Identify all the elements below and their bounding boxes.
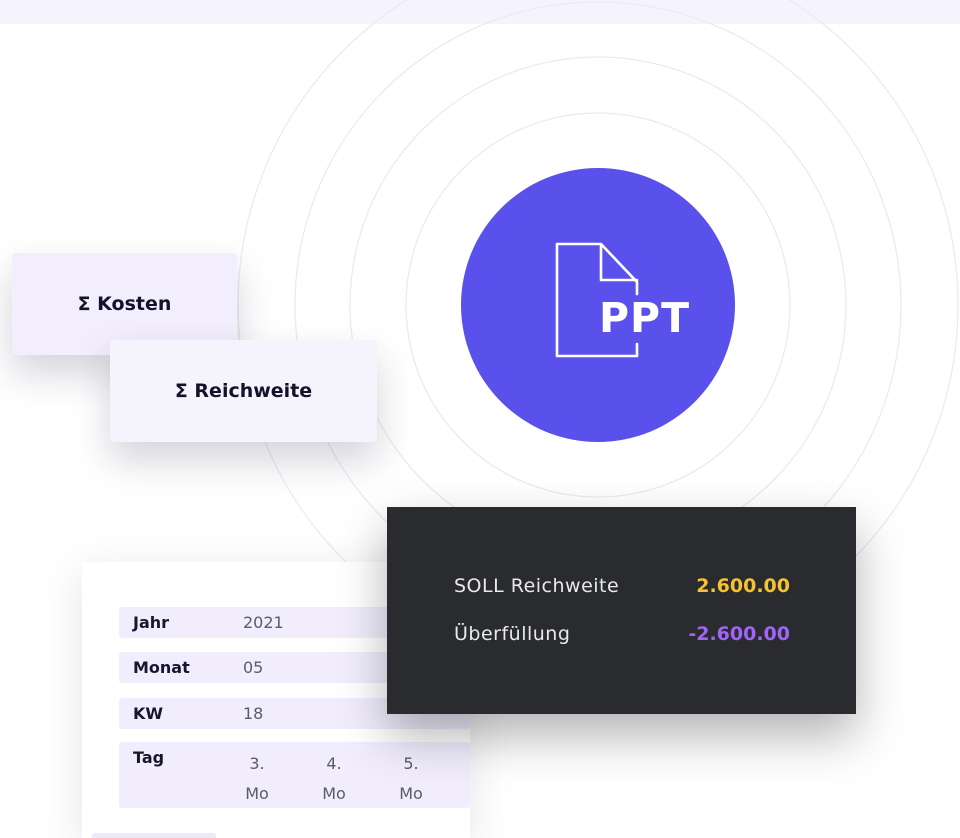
soll-reichweite-label: SOLL Reichweite: [454, 575, 620, 597]
tag-day-2[interactable]: 4. Mo: [314, 749, 354, 809]
monat-label: Monat: [133, 658, 190, 677]
kw-label: KW: [133, 704, 164, 723]
tag-day-1-name: Mo: [245, 784, 269, 803]
ueberfuellung-value: -2.600.00: [688, 623, 790, 645]
monat-value: 05: [243, 658, 264, 677]
ueberfuellung-label: Überfüllung: [454, 623, 571, 645]
tag-day-3[interactable]: 5. Mo: [391, 749, 431, 809]
file-icon: [555, 242, 639, 358]
kw-value: 18: [243, 704, 264, 723]
ppt-badge: PPT: [461, 168, 735, 442]
tag-day-1-num: 3.: [249, 754, 265, 773]
soll-reichweite-value: 2.600.00: [696, 575, 790, 597]
jahr-value: 2021: [243, 613, 284, 632]
panel-tab: [92, 833, 216, 838]
row-tag: Tag 3. Mo 4. Mo 5. Mo: [119, 742, 470, 808]
page: PPT Σ Kosten Σ Reichweite Jahr 2021 Mona…: [0, 0, 960, 838]
tag-day-3-num: 5.: [403, 754, 419, 773]
ppt-label: PPT: [599, 294, 691, 342]
jahr-label: Jahr: [133, 613, 170, 632]
sum-reichweite-card: Σ Reichweite: [110, 340, 377, 442]
summary-card: SOLL Reichweite 2.600.00 Überfüllung -2.…: [387, 507, 856, 714]
tag-day-2-num: 4.: [326, 754, 342, 773]
tag-label: Tag: [133, 748, 165, 767]
sum-reichweite-label: Σ Reichweite: [174, 380, 313, 402]
tag-day-2-name: Mo: [322, 784, 346, 803]
tag-day-3-name: Mo: [399, 784, 423, 803]
sum-kosten-label: Σ Kosten: [77, 293, 172, 315]
tag-day-1[interactable]: 3. Mo: [237, 749, 277, 809]
